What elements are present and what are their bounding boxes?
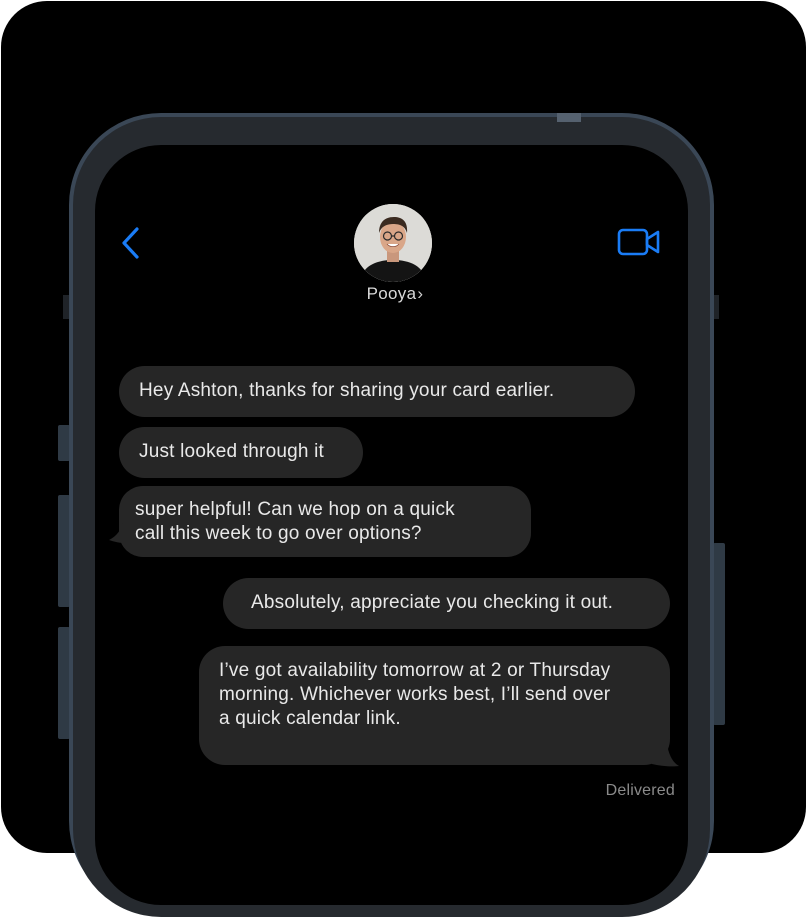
message-text: Hey Ashton, thanks for sharing your card…	[139, 380, 555, 401]
message-bubble-incoming[interactable]: super helpful! Can we hop on a quick cal…	[119, 486, 531, 557]
frame-antenna-top	[557, 113, 581, 122]
message-text-line: a quick calendar link.	[219, 708, 401, 729]
facetime-video-button[interactable]	[616, 226, 662, 258]
message-bubble-outgoing[interactable]: I’ve got availability tomorrow at 2 or T…	[199, 646, 670, 765]
message-text: Just looked through it	[139, 441, 325, 462]
message-text-line: morning. Whichever works best, I’ll send…	[219, 684, 611, 705]
message-bubble-outgoing[interactable]: Absolutely, appreciate you checking it o…	[223, 578, 670, 629]
chevron-right-icon: ›	[417, 284, 424, 303]
back-button[interactable]	[117, 226, 145, 260]
message-text: Absolutely, appreciate you checking it o…	[251, 592, 614, 613]
video-camera-icon	[617, 228, 660, 256]
message-bubble-incoming[interactable]: Hey Ashton, thanks for sharing your card…	[119, 366, 635, 417]
bubble-tail-outgoing	[652, 738, 679, 767]
person-photo-icon	[354, 204, 432, 282]
delivery-status: Delivered	[605, 782, 675, 799]
contact-name-link[interactable]: Pooya›	[340, 284, 450, 304]
power-button	[713, 543, 725, 725]
bubble-tail-incoming	[109, 522, 133, 544]
contact-name: Pooya	[366, 284, 417, 303]
message-text-line: call this week to go over options?	[135, 523, 422, 544]
message-text-line: super helpful! Can we hop on a quick	[135, 499, 455, 520]
message-text-line: I’ve got availability tomorrow at 2 or T…	[219, 660, 611, 681]
contact-avatar[interactable]	[354, 204, 432, 282]
chevron-left-icon	[122, 227, 139, 259]
message-bubble-incoming[interactable]: Just looked through it	[119, 427, 363, 478]
